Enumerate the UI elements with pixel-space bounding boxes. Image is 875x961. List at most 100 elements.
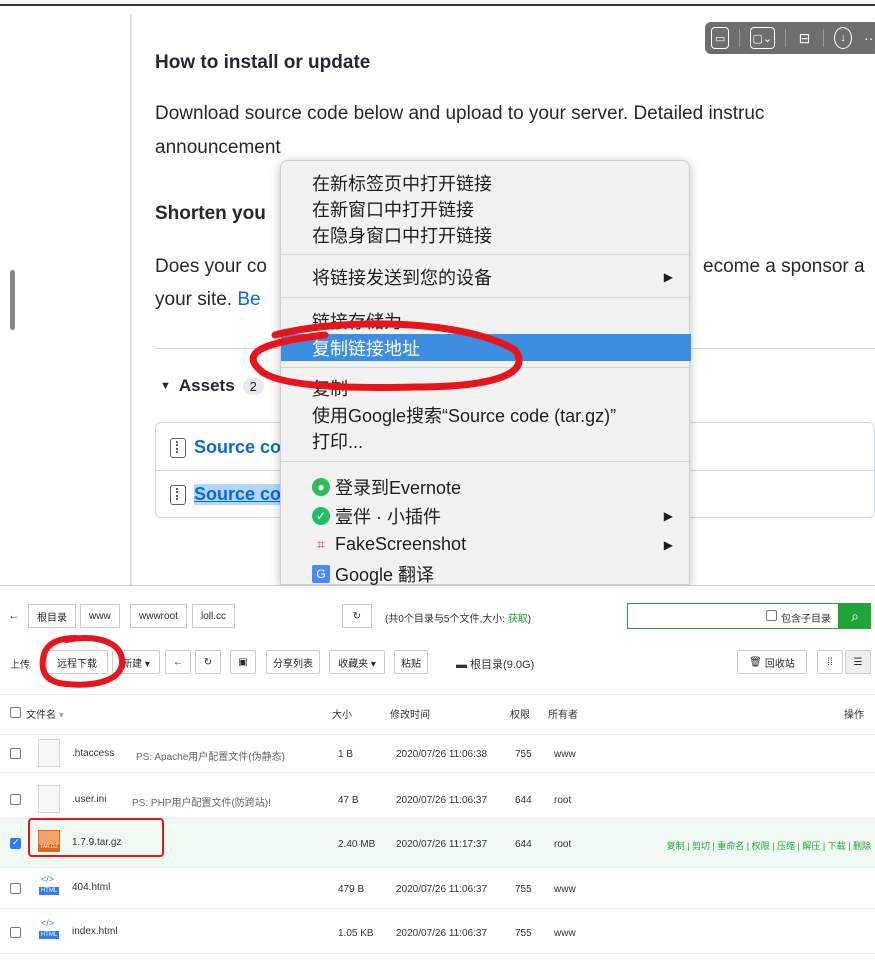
asset-link-text: Source co <box>194 484 282 505</box>
file-owner: root <box>554 839 572 850</box>
upload-button[interactable]: 上传 <box>10 656 30 671</box>
menu-open-new-tab[interactable]: 在新标签页中打开链接 <box>281 169 691 196</box>
toolbar-separator <box>784 29 786 47</box>
column-permission[interactable]: 权限 <box>510 706 530 721</box>
list-view-icon[interactable]: ☰ <box>845 650 871 674</box>
frame-icon[interactable]: ▢⌄ <box>749 27 775 49</box>
file-modified: 2020/07/26 11:06:37 <box>396 795 488 806</box>
terminal-icon[interactable]: ▣ <box>230 650 256 674</box>
row-checkbox[interactable] <box>10 837 21 849</box>
trash-icon: 🗑 <box>749 656 762 668</box>
asset-link-zip[interactable]: Source co <box>170 437 281 458</box>
comment-icon[interactable]: ▭ <box>711 27 730 49</box>
menu-copy[interactable]: 复制 <box>281 374 691 401</box>
more-icon[interactable]: ··· <box>862 27 875 49</box>
new-button[interactable]: 新建 ▾ <box>112 650 160 674</box>
file-permission[interactable]: 644 <box>515 795 532 806</box>
search-icon[interactable]: ⌕ <box>839 603 871 629</box>
disk-icon: ▬ <box>456 659 467 671</box>
file-name[interactable]: .user.ini <box>72 794 106 805</box>
recycle-bin-button[interactable]: 🗑 回收站 <box>737 650 807 674</box>
file-name[interactable]: 404.html <box>72 882 110 893</box>
remote-download-button[interactable]: 远程下载 <box>46 650 108 674</box>
menu-item-label: 登录到Evernote <box>335 477 462 498</box>
asset-link-targz[interactable]: Source co <box>170 484 282 505</box>
download-circle-icon[interactable]: ↓ <box>834 27 853 49</box>
select-all-checkbox[interactable] <box>10 707 21 718</box>
include-subdir-checkbox[interactable] <box>766 610 777 621</box>
shorten-text-prefix: your site. <box>155 289 238 310</box>
file-permission[interactable]: 644 <box>515 839 532 850</box>
file-note: PS: PHP用户配置文件(防跨站)! <box>132 798 271 809</box>
file-actions[interactable]: 复制 | 剪切 | 重命名 | 权限 | 压缩 | 解压 | 下载 | 删除 <box>667 839 871 852</box>
recycle-bin-label: 回收站 <box>764 658 795 670</box>
refresh-icon[interactable]: ↻ <box>342 604 372 628</box>
menu-google-search[interactable]: 使用Google搜索“Source code (tar.gz)” <box>281 401 691 428</box>
install-text-line2: announcement <box>155 137 281 158</box>
file-icon <box>38 739 60 767</box>
scrollbar-thumb[interactable] <box>10 270 15 330</box>
file-name[interactable]: index.html <box>72 926 118 937</box>
menu-item-label: 壹伴 · 小插件 <box>335 506 441 527</box>
monitor-icon[interactable]: ⊟ <box>795 27 813 49</box>
back-icon[interactable]: ← <box>165 650 191 674</box>
menu-fakescreenshot[interactable]: ⌗ FakeScreenshot ▶ <box>281 531 691 558</box>
row-checkbox[interactable] <box>10 883 21 894</box>
menu-copy-link-address[interactable]: 复制链接地址 <box>281 334 691 361</box>
menu-send-to-device[interactable]: 将链接发送到您的设备 ▶ <box>281 263 691 290</box>
toolbar-separator <box>823 29 825 47</box>
context-menu: 在新标签页中打开链接 在新窗口中打开链接 在隐身窗口中打开链接 将链接发送到您的… <box>280 160 691 585</box>
menu-item-label: FakeScreenshot <box>335 534 467 554</box>
column-modified[interactable]: 修改时间 <box>390 706 430 721</box>
file-permission[interactable]: 755 <box>515 884 532 895</box>
refresh-icon[interactable]: ↻ <box>195 650 221 674</box>
breadcrumb-www[interactable]: www <box>80 604 120 628</box>
favorites-button[interactable]: 收藏夹 ▾ <box>329 650 385 674</box>
file-note: PS: Apache用户配置文件(伪静态) <box>136 752 285 763</box>
column-actions: 操作 <box>844 710 864 721</box>
row-checkbox[interactable] <box>10 927 21 938</box>
row-checkbox[interactable] <box>10 748 21 759</box>
timeline-rule <box>130 14 132 585</box>
menu-item-label: 将链接发送到您的设备 <box>312 267 492 288</box>
shorten-text-line1b: ecome a sponsor a <box>703 256 865 277</box>
menu-yiban-plugin[interactable]: ✓ 壹伴 · 小插件 ▶ <box>281 502 691 529</box>
html-file-icon: </> HTML <box>39 918 59 939</box>
menu-evernote[interactable]: ● 登录到Evernote <box>281 473 691 500</box>
menu-save-link-as[interactable]: 链接存储为... <box>281 307 691 334</box>
column-name[interactable]: 文件名 ▾ <box>26 706 64 721</box>
crop-icon: ⌗ <box>317 536 325 552</box>
menu-print[interactable]: 打印... <box>281 427 691 454</box>
column-owner[interactable]: 所有者 <box>548 706 578 721</box>
get-size-link[interactable]: 获取 <box>508 614 528 625</box>
breadcrumb-wwwroot[interactable]: wwwroot <box>130 604 187 628</box>
file-size: 47 B <box>338 795 359 806</box>
menu-google-translate[interactable]: G Google 翻译 <box>281 560 691 585</box>
file-permission[interactable]: 755 <box>515 928 532 939</box>
sponsor-link[interactable]: Be <box>237 289 260 310</box>
assets-toggle[interactable]: ▼ Assets 2 <box>160 376 264 396</box>
breadcrumb-root[interactable]: 根目录 <box>28 604 76 628</box>
file-search-input[interactable]: 包含子目录 <box>627 603 839 629</box>
share-list-button[interactable]: 分享列表 <box>266 650 320 674</box>
paste-button[interactable]: 粘贴 <box>394 650 428 674</box>
file-name[interactable]: .htaccess <box>72 748 114 759</box>
dir-info-suffix: ) <box>527 614 532 625</box>
menu-open-incognito[interactable]: 在隐身窗口中打开链接 <box>281 221 691 248</box>
menu-separator <box>281 461 691 462</box>
file-permission[interactable]: 755 <box>515 749 532 760</box>
shorten-heading: Shorten you <box>155 203 266 224</box>
file-owner: www <box>554 749 576 760</box>
file-modified: 2020/07/26 11:06:38 <box>396 749 488 760</box>
submenu-arrow-icon: ▶ <box>663 508 673 523</box>
breadcrumb-site[interactable]: loll.cc <box>192 604 236 628</box>
yiban-icon: ✓ <box>312 506 330 525</box>
grid-view-icon[interactable]: ⁞⁞ <box>817 650 843 674</box>
back-arrow-icon[interactable]: ← <box>8 608 20 622</box>
menu-separator <box>281 297 691 298</box>
column-size[interactable]: 大小 <box>332 706 352 721</box>
menu-open-new-window[interactable]: 在新窗口中打开链接 <box>281 195 691 222</box>
caret-down-icon: ▼ <box>160 380 171 392</box>
menu-separator <box>281 254 691 255</box>
row-checkbox[interactable] <box>10 794 21 805</box>
